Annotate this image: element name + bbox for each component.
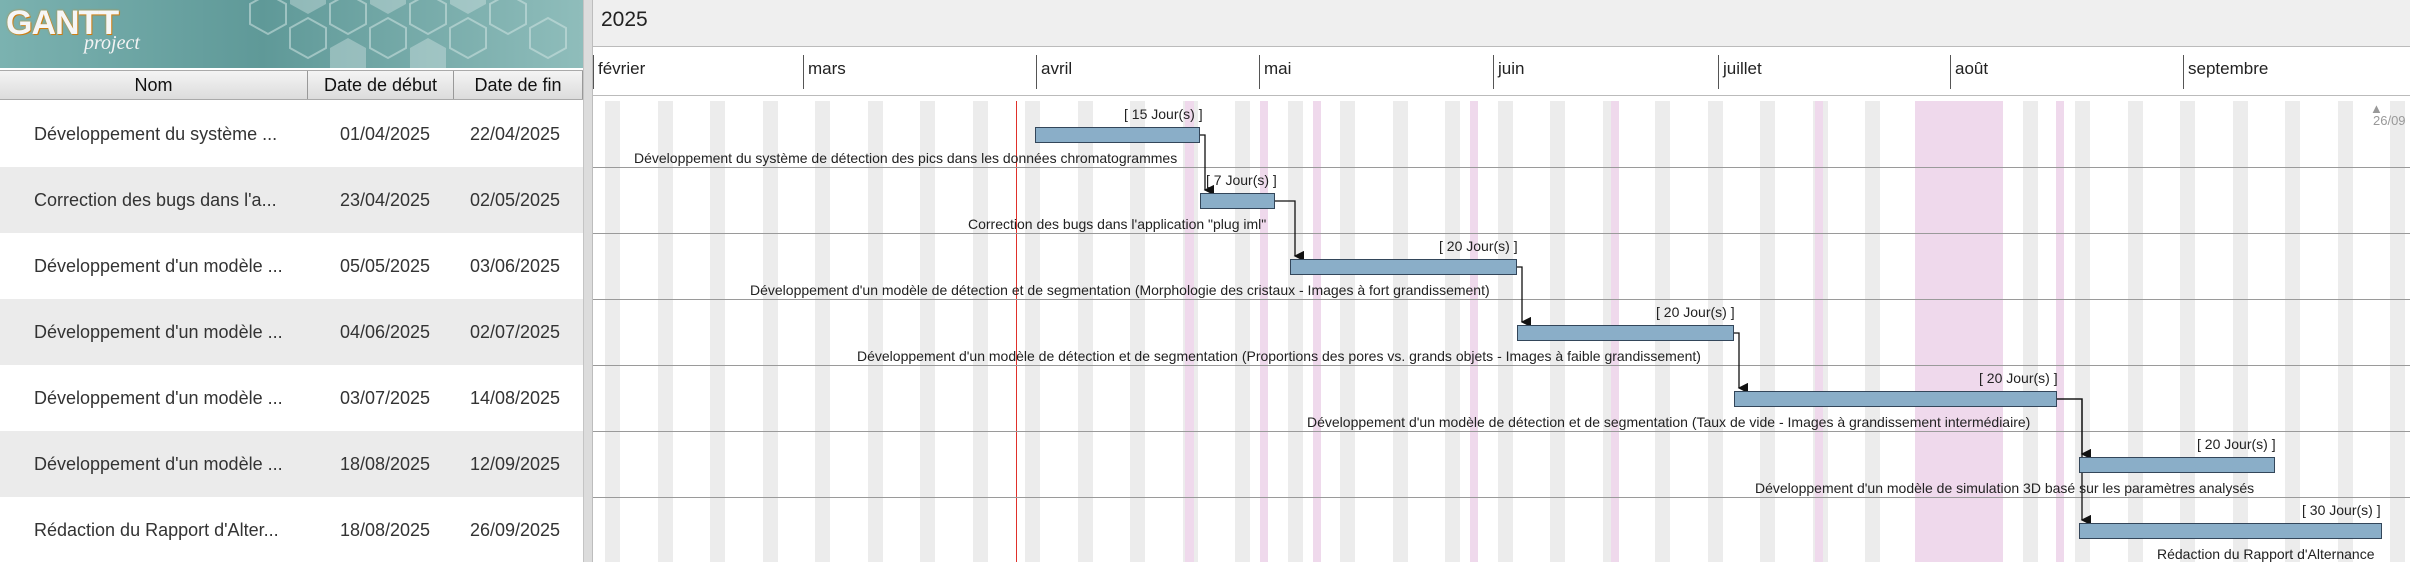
task-bar-name: Correction des bugs dans l'application "… [968,216,1267,232]
task-duration-label: [ 20 Jour(s) ] [1656,304,1735,320]
task-end-date: 12/09/2025 [469,454,561,474]
table-row[interactable]: Développement du système ... 01/04/2025 … [0,101,583,167]
dependency-arrows [1200,134,2092,526]
task-start-date: 18/08/2025 [339,520,431,540]
task-name: Développement d'un modèle ... [34,454,283,474]
task-name: Développement d'un modèle ... [34,388,283,408]
task-name: Correction des bugs dans l'a... [34,190,277,210]
task-start-date: 05/05/2025 [339,256,431,276]
task-duration-label: [ 30 Jour(s) ] [2302,502,2381,518]
task-bar[interactable] [2079,457,2275,473]
task-duration-label: [ 20 Jour(s) ] [1979,370,2058,386]
task-name: Rédaction du Rapport d'Alter... [34,520,279,540]
column-start-header[interactable]: Date de début [308,71,454,99]
column-name-header[interactable]: Nom [0,71,308,99]
project-end-label: 26/09 [2373,113,2406,128]
task-bar[interactable] [1035,127,1200,143]
column-header: Nom Date de début Date de fin [0,70,583,100]
table-row[interactable]: Rédaction du Rapport d'Alter... 18/08/20… [0,497,583,563]
task-duration-label: [ 20 Jour(s) ] [1439,238,1518,254]
task-bar-name: Développement d'un modèle de détection e… [750,282,1490,298]
task-bar-name: Développement d'un modèle de détection e… [857,348,1701,364]
task-start-date: 23/04/2025 [339,190,431,210]
table-row[interactable]: Développement d'un modèle ... 04/06/2025… [0,299,583,365]
task-bar[interactable] [1734,391,2057,407]
task-bar-name: Développement du système de détection de… [634,150,1178,166]
task-bar[interactable] [1200,193,1275,209]
task-bar[interactable] [2079,523,2382,539]
task-end-date: 22/04/2025 [469,124,561,144]
gantt-chart-area[interactable]: 2025 février mars avril mai juin juillet… [593,0,2410,562]
table-row[interactable]: Développement d'un modèle ... 05/05/2025… [0,233,583,299]
task-bar[interactable] [1517,325,1734,341]
task-end-date: 26/09/2025 [469,520,561,540]
task-duration-label: [ 20 Jour(s) ] [2197,436,2276,452]
task-end-date: 14/08/2025 [469,388,561,408]
task-table-panel: GANTT project Nom Date de début Date de … [0,0,583,562]
column-end-header[interactable]: Date de fin [454,71,583,99]
task-bar[interactable] [1290,259,1517,275]
logo-subtitle: project [84,32,140,54]
task-bar-name: Rédaction du Rapport d'Alternance [2157,546,2375,562]
task-bar-name: Développement d'un modèle de détection e… [1307,414,2031,430]
task-end-date: 03/06/2025 [469,256,561,276]
task-duration-label: [ 7 Jour(s) ] [1206,172,1277,188]
task-bar-name: Développement d'un modèle de simulation … [1755,480,2255,496]
task-start-date: 18/08/2025 [339,454,431,474]
ganttproject-logo: GANTT project [0,0,583,68]
task-end-date: 02/07/2025 [469,322,561,342]
task-duration-label: [ 15 Jour(s) ] [1124,106,1203,122]
task-start-date: 01/04/2025 [339,124,431,144]
task-start-date: 04/06/2025 [339,322,431,342]
task-name: Développement d'un modèle ... [34,256,283,276]
table-row[interactable]: Développement d'un modèle ... 03/07/2025… [0,365,583,431]
table-row[interactable]: Développement d'un modèle ... 18/08/2025… [0,431,583,497]
panel-splitter[interactable] [583,0,593,562]
task-name: Développement du système ... [34,124,278,144]
table-row[interactable]: Correction des bugs dans l'a... 23/04/20… [0,167,583,233]
task-start-date: 03/07/2025 [339,388,431,408]
task-name: Développement d'un modèle ... [34,322,283,342]
task-end-date: 02/05/2025 [469,190,561,210]
